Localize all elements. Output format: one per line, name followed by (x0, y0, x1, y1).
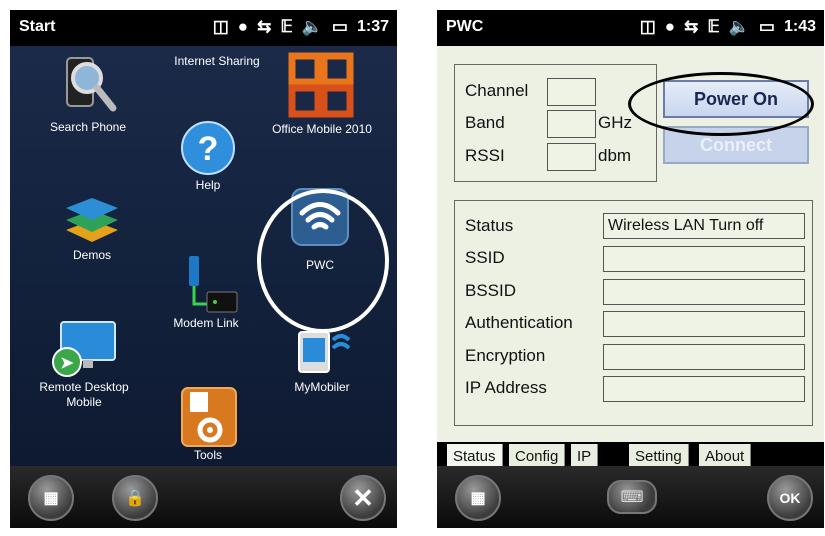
keyboard-icon: ⌨ (620, 489, 644, 506)
band-unit: GHz (598, 113, 632, 132)
tools-folder-icon (181, 387, 237, 447)
bssid-value (603, 279, 805, 305)
app-remote-desktop[interactable]: ➤ Remote Desktop Mobile (24, 316, 144, 410)
authentication-value (603, 311, 805, 337)
screen-title: PWC (446, 18, 484, 35)
encryption-label: Encryption (465, 346, 546, 365)
encryption-value (603, 344, 805, 370)
highlight-circle (257, 189, 389, 333)
status-bar: Start ◫ ● ⇆ 𝔼 🔈 ▭ 1:37 (10, 10, 397, 46)
windows-flag-icon: ▦ (470, 490, 486, 507)
circle-status-icon: ● (664, 17, 676, 36)
speaker-icon: 🔈 (728, 17, 750, 36)
app-label: Remote Desktop Mobile (39, 380, 129, 409)
app-label: Help (195, 178, 221, 192)
app-internet-sharing[interactable]: Internet Sharing (157, 54, 277, 69)
app-label: Demos (72, 248, 111, 262)
app-label: Internet Sharing (174, 54, 260, 68)
windows-flag-icon: ▦ (43, 490, 59, 507)
modem-icon (189, 256, 238, 313)
band-field (547, 110, 596, 138)
speaker-icon: 🔈 (301, 17, 323, 36)
lock-button[interactable]: 🔒 (112, 475, 158, 521)
ssid-value (603, 246, 805, 272)
app-help[interactable]: ? Help (148, 118, 268, 193)
question-mark-icon: ? (181, 121, 235, 175)
app-search-phone[interactable]: Search Phone (28, 54, 148, 135)
channel-label: Channel (465, 81, 529, 100)
start-screen: Start ◫ ● ⇆ 𝔼 🔈 ▭ 1:37 Internet Sharing … (10, 10, 397, 528)
clock: 1:37 (356, 18, 389, 35)
svg-text:?: ? (198, 130, 219, 168)
circle-status-icon: ● (237, 17, 249, 36)
office-logo-icon (288, 52, 354, 118)
ok-label: OK (779, 490, 801, 506)
ip-address-value (603, 376, 805, 402)
authentication-label: Authentication (465, 313, 573, 332)
app-label: MyMobiler (294, 380, 350, 394)
battery-icon: ▭ (331, 17, 348, 36)
app-demos[interactable]: Demos (32, 186, 152, 263)
app-label: Tools (193, 448, 222, 462)
connectivity-icon: ◫ (212, 17, 229, 36)
ip-address-label: IP Address (465, 378, 547, 397)
connectivity-icon: ◫ (639, 17, 656, 36)
ssid-label: SSID (465, 248, 505, 267)
close-icon: ✕ (352, 482, 374, 513)
rssi-field (547, 143, 596, 171)
signal-off-icon: 𝔼 (280, 17, 293, 36)
status-label: Status (465, 216, 514, 235)
magnifier-phone-icon (66, 57, 117, 112)
sync-arrows-icon: ⇆ (684, 17, 699, 36)
bssid-label: BSSID (465, 281, 517, 300)
band-label: Band (465, 113, 505, 132)
layers-icon (66, 198, 118, 242)
battery-charging-icon: ▭ (758, 17, 775, 36)
signal-off-icon: 𝔼 (707, 17, 720, 36)
rssi-unit: dbm (598, 146, 632, 165)
status-value: Wireless LAN Turn off (603, 213, 805, 239)
remote-desktop-icon: ➤ (52, 321, 116, 377)
app-office-mobile[interactable]: Office Mobile 2010 (262, 50, 382, 137)
svg-text:➤: ➤ (60, 355, 74, 372)
windows-start-button[interactable]: ▦ (28, 475, 74, 521)
status-bar: PWC ◫ ● ⇆ 𝔼 🔈 ▭ 1:43 (437, 10, 824, 46)
channel-field (547, 78, 596, 106)
app-label: Modem Link (173, 316, 239, 330)
highlight-ellipse (628, 72, 814, 136)
app-grid: Internet Sharing Search Phone Office Mob… (10, 46, 397, 466)
bottom-bar: ▦ 🔒 ✕ (10, 466, 397, 528)
app-label: Office Mobile 2010 (272, 122, 372, 136)
screen-title: Start (19, 18, 56, 35)
bottom-bar: ▦ ⌨ OK (437, 466, 824, 528)
app-label: Search Phone (49, 120, 127, 134)
clock: 1:43 (783, 18, 816, 35)
ok-button[interactable]: OK (767, 475, 813, 521)
app-modem-link[interactable]: Modem Link (146, 252, 266, 331)
keyboard-button[interactable]: ⌨ (607, 480, 657, 514)
lock-icon: 🔒 (125, 490, 145, 507)
app-tools[interactable]: Tools (148, 382, 268, 463)
rssi-label: RSSI (465, 146, 505, 165)
close-button[interactable]: ✕ (340, 475, 386, 521)
sync-arrows-icon: ⇆ (257, 17, 272, 36)
windows-start-button[interactable]: ▦ (455, 475, 501, 521)
